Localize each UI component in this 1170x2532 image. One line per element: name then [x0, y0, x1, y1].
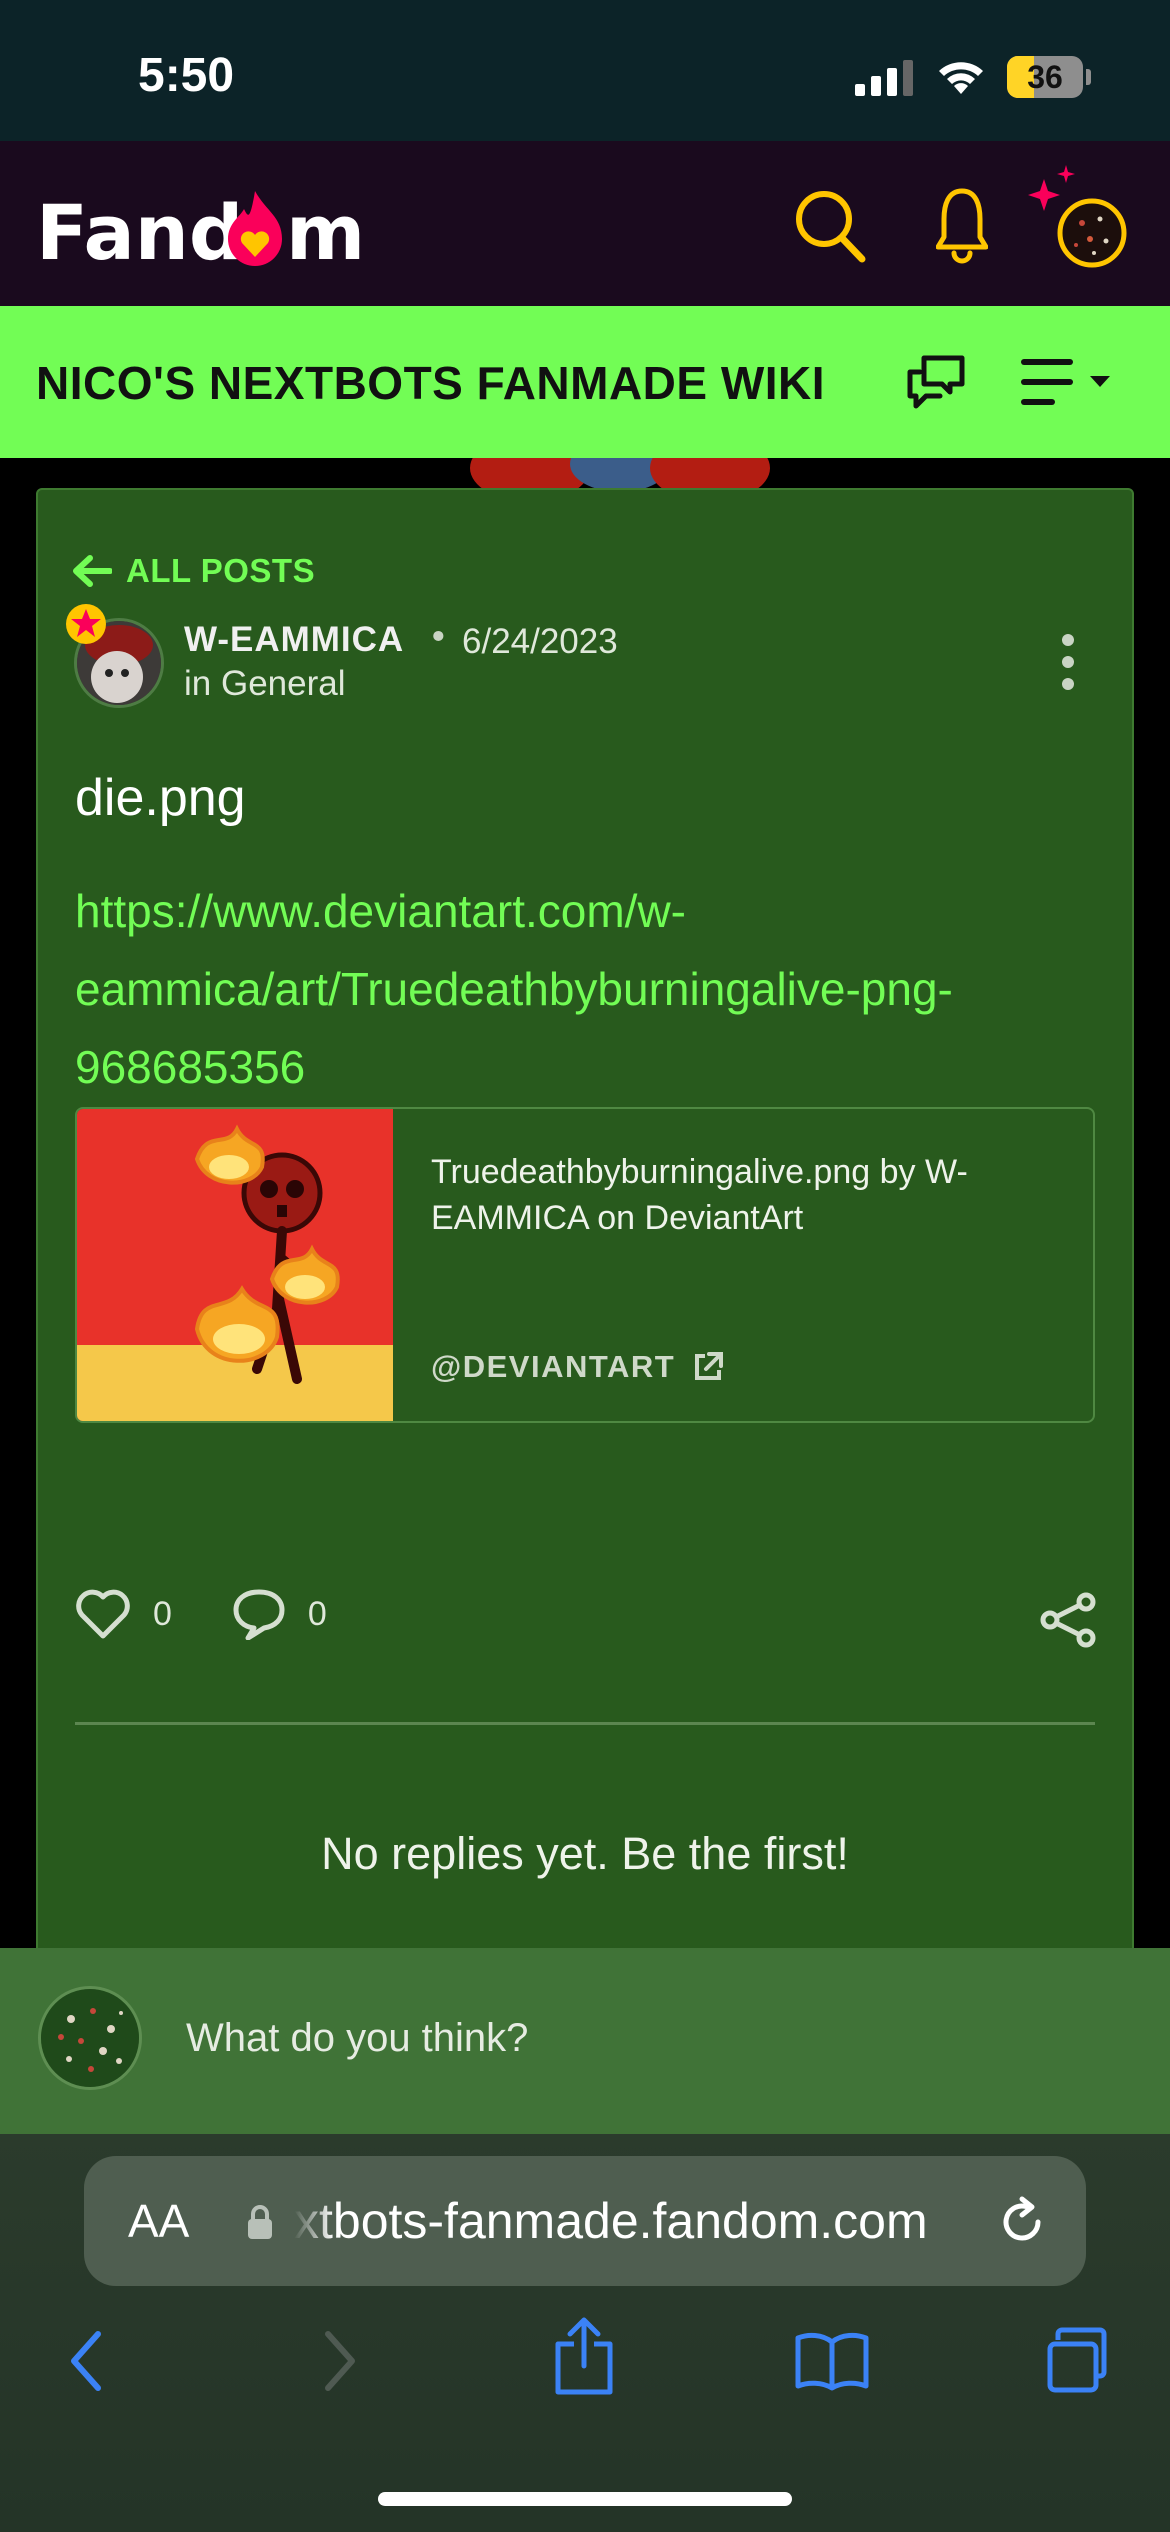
status-bar: 5:50 36	[0, 0, 1170, 141]
svg-text:m: m	[286, 188, 365, 271]
wifi-icon	[939, 62, 983, 94]
home-indicator	[378, 2492, 792, 2506]
fandom-logo[interactable]: Fand m	[36, 181, 396, 271]
reply-icon[interactable]	[232, 1588, 286, 1640]
post-link[interactable]: https://www.deviantart.com/w-eammica/art…	[75, 872, 1085, 1106]
author-name[interactable]: W-EAMMICA	[184, 620, 404, 660]
preview-source: @DEVIANTART	[431, 1349, 724, 1385]
lock-icon	[248, 2205, 272, 2239]
post-date: 6/24/2023	[462, 622, 618, 661]
preview-source-label: @DEVIANTART	[431, 1349, 676, 1384]
all-posts-label: ALL POSTS	[126, 552, 316, 589]
status-time: 5:50	[138, 49, 235, 102]
all-posts-link[interactable]: ALL POSTS	[72, 552, 315, 590]
reply-bar[interactable]: What do you think?	[0, 1948, 1170, 2134]
heart-icon[interactable]	[75, 1588, 131, 1640]
more-options-icon[interactable]	[1050, 632, 1086, 692]
link-preview-card[interactable]: Truedeathbyburningalive.png by W-EAMMICA…	[75, 1107, 1095, 1423]
tabs-icon[interactable]	[1044, 2326, 1114, 2396]
external-link-icon	[695, 1352, 724, 1380]
search-icon[interactable]	[794, 187, 866, 263]
current-user-avatar	[38, 1986, 142, 2090]
discussions-icon[interactable]	[906, 352, 966, 410]
no-replies-message: No replies yet. Be the first!	[321, 1828, 849, 1879]
star-badge-icon	[66, 604, 106, 644]
reload-icon[interactable]	[996, 2196, 1048, 2248]
arrow-left-icon	[73, 555, 112, 587]
fandom-header: Fand m	[0, 141, 1170, 306]
reactions-bar: 0 0	[75, 1588, 387, 1640]
preview-title: Truedeathbyburningalive.png by W-EAMMICA…	[431, 1153, 968, 1237]
user-avatar-icon[interactable]	[1020, 161, 1130, 271]
post-title: die.png	[75, 769, 246, 827]
share-sheet-icon[interactable]	[552, 2316, 616, 2396]
svg-text:Fand: Fand	[36, 188, 243, 271]
wiki-bar: NICO'S NEXTBOTS FANMADE WIKI	[0, 306, 1170, 458]
reader-options-button[interactable]: AA	[128, 2194, 189, 2248]
battery-level: 36	[1027, 59, 1063, 95]
reply-count: 0	[307, 1594, 327, 1633]
address-bar[interactable]: AA xtbots-fanmade.fandom.com	[84, 2156, 1086, 2286]
bell-icon[interactable]	[936, 185, 988, 265]
reader-options-label: AA	[128, 2195, 190, 2247]
cellular-signal-icon	[855, 60, 913, 96]
forward-icon	[325, 2331, 355, 2391]
menu-icon[interactable]	[1020, 356, 1116, 408]
battery-indicator: 36	[1007, 56, 1091, 98]
meta-separator: •	[428, 618, 449, 658]
bookmarks-icon[interactable]	[794, 2330, 870, 2392]
back-icon[interactable]	[66, 2328, 106, 2394]
like-count: 0	[153, 1594, 172, 1633]
post-category[interactable]: in General	[184, 664, 345, 704]
url-text: xtbots-fanmade.fandom.com	[294, 2193, 928, 2249]
avatar-image	[41, 1989, 139, 2087]
wiki-title[interactable]: NICO'S NEXTBOTS FANMADE WIKI	[36, 356, 825, 410]
browser-toolbar: AA xtbots-fanmade.fandom.com	[0, 2134, 1170, 2532]
preview-thumbnail	[77, 1109, 393, 1421]
reply-input[interactable]: What do you think?	[186, 2016, 528, 2061]
share-icon[interactable]	[1038, 1592, 1098, 1648]
divider	[75, 1722, 1095, 1725]
